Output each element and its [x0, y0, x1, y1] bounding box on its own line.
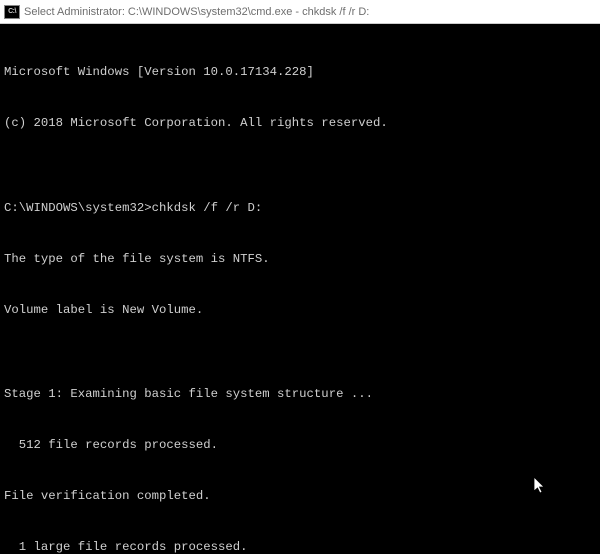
terminal-line: The type of the file system is NTFS.: [4, 251, 596, 268]
mouse-cursor-icon: [504, 460, 518, 478]
terminal-output[interactable]: Microsoft Windows [Version 10.0.17134.22…: [0, 24, 600, 554]
terminal-line: Volume label is New Volume.: [4, 302, 596, 319]
terminal-line: 1 large file records processed.: [4, 539, 596, 554]
terminal-line: 512 file records processed.: [4, 437, 596, 454]
window-title: Select Administrator: C:\WINDOWS\system3…: [24, 6, 369, 18]
terminal-line: (c) 2018 Microsoft Corporation. All righ…: [4, 115, 596, 132]
terminal-line: C:\WINDOWS\system32>chkdsk /f /r D:: [4, 200, 596, 217]
cmd-icon: C:\: [4, 5, 20, 19]
window-titlebar[interactable]: C:\ Select Administrator: C:\WINDOWS\sys…: [0, 0, 600, 24]
terminal-line: Stage 1: Examining basic file system str…: [4, 386, 596, 403]
terminal-line: Microsoft Windows [Version 10.0.17134.22…: [4, 64, 596, 81]
terminal-line: File verification completed.: [4, 488, 596, 505]
